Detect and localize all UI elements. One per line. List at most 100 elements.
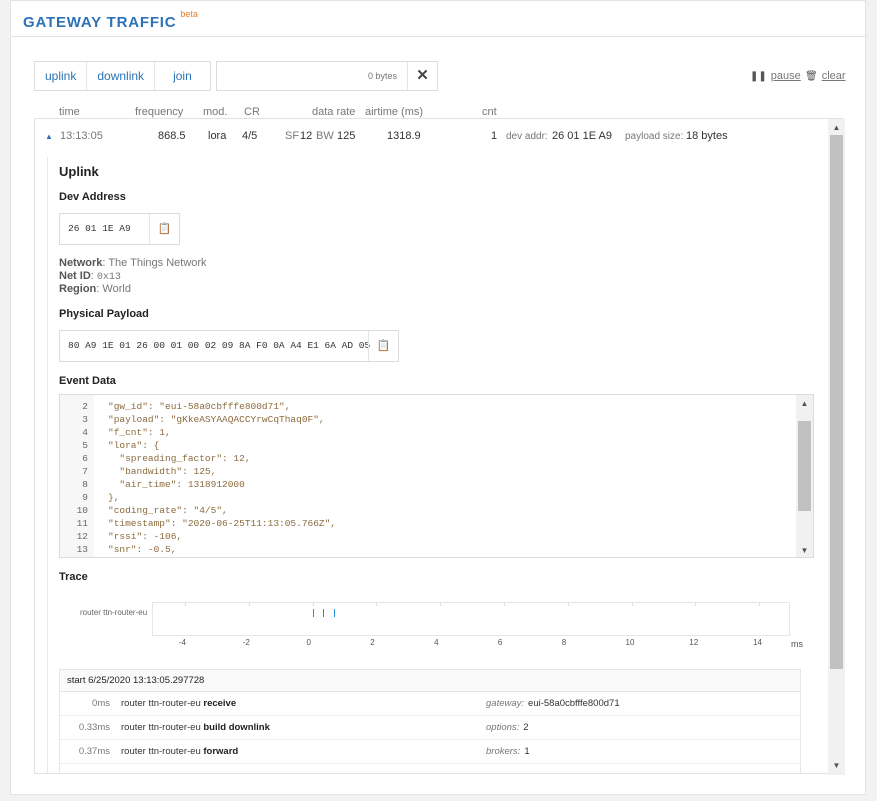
- row-time: 13:13:05: [60, 130, 103, 142]
- trace-tick-label: 6: [497, 638, 503, 647]
- log-action: build downlink: [203, 722, 270, 733]
- pause-icon: ❚❚: [750, 71, 767, 82]
- col-cnt: cnt: [482, 106, 497, 118]
- net-id-label: Net ID: [59, 270, 91, 282]
- log-meta-value: 2: [523, 722, 529, 733]
- row-sf: 12: [300, 130, 313, 142]
- log-time: 0.33ms: [78, 722, 110, 733]
- code-text: "payload": "gKkeASYAAQACCYrwCqThaq0F",: [108, 414, 325, 425]
- trace-log: start 6/25/2020 13:13:05.297728 0ms rout…: [59, 669, 801, 773]
- editor-scrollbar[interactable]: ▲ ▼: [796, 395, 813, 557]
- line-number: 13: [76, 544, 88, 555]
- log-meta-key: options:: [486, 722, 520, 733]
- collapse-caret-icon[interactable]: ▲: [45, 132, 53, 141]
- editor-line: 6 "spreading_factor": 12,: [60, 452, 798, 465]
- trace-gridline: [312, 603, 314, 606]
- editor-line: 13 "snr": -0.5,: [60, 543, 798, 556]
- network-label: Network: [59, 257, 103, 269]
- line-number: 12: [76, 531, 88, 542]
- physical-payload-box: 80 A9 1E 01 26 00 01 00 02 09 8A F0 0A A…: [59, 330, 399, 362]
- editor-scroll-thumb[interactable]: [798, 421, 811, 511]
- col-airtime: airtime (ms): [365, 106, 424, 118]
- clipboard-icon[interactable]: 📋: [149, 214, 179, 244]
- region-value: World: [102, 283, 131, 295]
- dev-address-heading: Dev Address: [59, 191, 126, 203]
- panel-scroll-thumb[interactable]: [830, 135, 843, 669]
- editor-line: 3 "payload": "gKkeASYAAQACCYrwCqThaq0F",: [60, 413, 798, 426]
- trace-tick-label: 14: [753, 638, 762, 647]
- editor-line: 12 "rssi": -106,: [60, 530, 798, 543]
- filter-downlink-button[interactable]: downlink: [87, 62, 156, 90]
- line-number: 5: [82, 440, 88, 451]
- log-meta-value: 1: [524, 746, 530, 757]
- line-number: 10: [76, 505, 88, 516]
- trace-gridline: [248, 603, 250, 606]
- log-source-name: router ttn-router-eu: [121, 698, 201, 709]
- filter-join-button[interactable]: join: [155, 62, 210, 90]
- line-number: 11: [76, 518, 88, 529]
- filter-group: uplink downlink join: [34, 61, 211, 91]
- filter-uplink-button[interactable]: uplink: [35, 62, 88, 90]
- page-title: GATEWAY TRAFFIC beta: [23, 9, 198, 31]
- line-number: 3: [82, 414, 88, 425]
- row-sf-label: SF: [285, 130, 300, 142]
- code-text: "snr": -0.5,: [108, 544, 177, 555]
- trace-gridline: [503, 603, 505, 606]
- trace-tick-label: 4: [434, 638, 439, 647]
- code-text: "f_cnt": 1,: [108, 427, 171, 438]
- code-text: "air_time": 1318912000: [108, 479, 245, 490]
- code-text: "timestamp": "2020-06-25T11:13:05.766Z",: [108, 518, 337, 529]
- line-number: 4: [82, 427, 88, 438]
- log-time: 0ms: [92, 698, 110, 709]
- col-cr: CR: [244, 106, 260, 118]
- pause-button[interactable]: ❚❚ pause: [750, 70, 801, 82]
- row-dev-addr: 26 01 1E A9: [552, 130, 612, 142]
- clear-search-icon[interactable]: ✕: [407, 62, 437, 90]
- clipboard-icon[interactable]: 📋: [368, 331, 398, 361]
- scroll-down-icon[interactable]: ▼: [796, 546, 813, 555]
- scroll-up-icon[interactable]: ▲: [796, 399, 813, 408]
- line-number: 7: [82, 466, 88, 477]
- search-input[interactable]: [221, 66, 397, 86]
- trace-event-mark[interactable]: [334, 609, 336, 617]
- trace-gridline: [759, 603, 761, 606]
- clear-button[interactable]: 🗑 clear: [805, 70, 846, 82]
- log-time: 0.37ms: [78, 746, 110, 757]
- scroll-down-icon[interactable]: ▼: [828, 759, 845, 773]
- physical-payload-value[interactable]: 80 A9 1E 01 26 00 01 00 02 09 8A F0 0A A…: [68, 340, 370, 351]
- detail-title: Uplink: [59, 164, 99, 179]
- log-meta-key: brokers:: [486, 746, 521, 757]
- col-time: time: [59, 106, 80, 118]
- scroll-up-icon[interactable]: ▲: [828, 121, 845, 135]
- beta-badge: beta: [180, 9, 198, 19]
- trace-gridline: [567, 603, 569, 606]
- row-bw-label: BW: [316, 130, 334, 142]
- code-text: "gw_id": "eui-58a0cbfffe800d71",: [108, 401, 291, 412]
- editor-line: 5 "lora": {: [60, 439, 798, 452]
- line-number: 8: [82, 479, 88, 490]
- trace-gridline: [184, 603, 186, 606]
- dev-address-value[interactable]: 26 01 1E A9: [68, 223, 131, 234]
- panel-scrollbar[interactable]: ▲ ▼: [828, 119, 845, 775]
- pause-label: pause: [770, 70, 801, 82]
- uplink-detail: Uplink Dev Address 26 01 1E A9 📋 Network…: [47, 157, 827, 773]
- event-data-editor[interactable]: 2 "gw_id": "eui-58a0cbfffe800d71", 3 "paylo…: [59, 394, 814, 558]
- trace-event-mark[interactable]: [312, 609, 314, 617]
- log-source-name: router ttn-router-eu: [121, 722, 201, 733]
- col-frequency: frequency: [135, 106, 184, 118]
- log-source: router ttn-router-eu build downlink: [121, 716, 270, 740]
- log-action: receive: [203, 698, 237, 709]
- traffic-row[interactable]: ▲ 13:13:05 868.5 lora 4/5 SF 12 BW 125 1…: [35, 119, 827, 155]
- trace-tick-label: -4: [178, 638, 187, 647]
- line-number: 2: [82, 401, 88, 412]
- trace-tick-label: 12: [689, 638, 699, 647]
- log-meta-key: gateway:: [486, 698, 525, 709]
- trace-log-start: start 6/25/2020 13:13:05.297728: [60, 670, 800, 692]
- trace-event-mark[interactable]: [323, 609, 325, 617]
- trace-tick-label: 2: [370, 638, 375, 647]
- network-value: The Things Network: [108, 257, 207, 269]
- trace-tick-label: -2: [242, 638, 250, 647]
- row-dev-addr-label: dev addr:: [506, 131, 548, 142]
- trace-gridline: [376, 603, 378, 606]
- trace-tick-label: 8: [561, 638, 567, 647]
